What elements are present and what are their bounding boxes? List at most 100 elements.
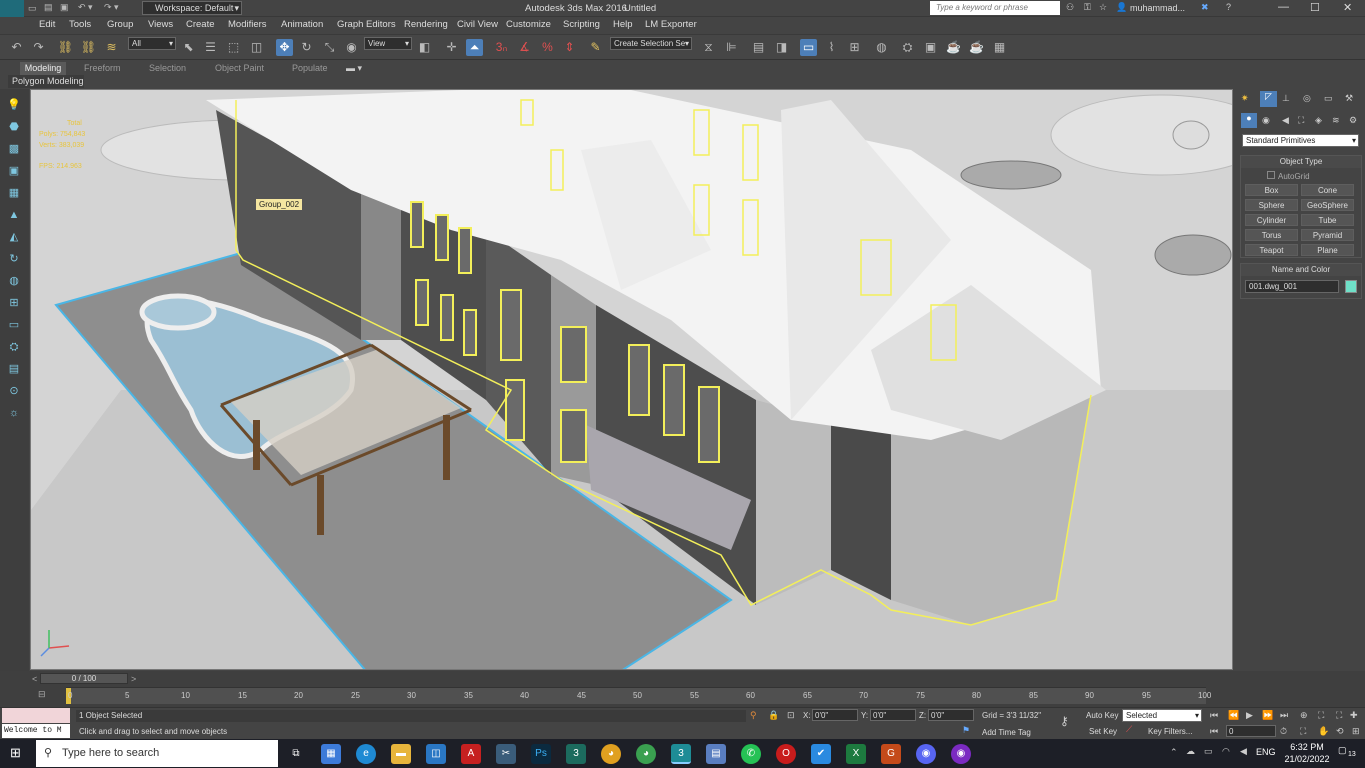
render-online-icon[interactable]: ▦ <box>991 39 1008 56</box>
close-button[interactable]: ✕ <box>1343 1 1352 14</box>
teapot-button[interactable]: Teapot <box>1245 244 1298 256</box>
pivot-center-icon[interactable]: ◧ <box>416 39 433 56</box>
cylinder-button[interactable]: Cylinder <box>1245 214 1298 226</box>
notifications-icon[interactable]: ▢ <box>1338 745 1347 756</box>
menu-edit[interactable]: Edit <box>39 19 55 30</box>
motion-tab-icon[interactable]: ◎ <box>1303 93 1311 104</box>
rect-selection-icon[interactable]: ⬚ <box>225 39 242 56</box>
previous-frame-icon[interactable]: ⏪ <box>1228 710 1239 721</box>
user-name[interactable]: muhammad... <box>1130 3 1185 13</box>
layer-explorer-icon[interactable]: ▤ <box>750 39 767 56</box>
keyboard-shortcut-override-icon[interactable]: ⏶ <box>466 39 483 56</box>
cameras-icon[interactable]: ⛶ <box>1298 115 1304 126</box>
orbit-icon[interactable]: ⊙ <box>6 383 22 399</box>
light-bulb-icon[interactable]: ☼ <box>6 405 22 421</box>
app-g-icon[interactable]: G <box>881 744 901 764</box>
menu-animation[interactable]: Animation <box>281 19 323 30</box>
time-slider[interactable]: 0 / 100 <box>40 673 128 684</box>
rendered-frame-icon[interactable]: ▣ <box>922 39 939 56</box>
field-of-view-icon[interactable]: ⛶ <box>1336 710 1342 721</box>
zoom-extents-icon[interactable]: ⊕ <box>1300 710 1308 721</box>
modifier-icon[interactable]: ⛭ <box>6 339 22 355</box>
edge-icon[interactable]: e <box>356 744 376 764</box>
spinner-snap-icon[interactable]: ⇕ <box>561 39 578 56</box>
hierarchy-tab-icon[interactable]: ⊥ <box>1282 93 1290 104</box>
track-bar-toggle-icon[interactable]: ⊟ <box>38 689 46 700</box>
menu-rendering[interactable]: Rendering <box>404 19 448 30</box>
tray-chevron-icon[interactable]: ⌃ <box>1170 747 1178 758</box>
redo-icon[interactable]: ↷ <box>30 39 47 56</box>
select-object-icon[interactable]: ⬉ <box>180 39 197 56</box>
set-key-button[interactable]: Set Key <box>1089 727 1117 736</box>
ribbon-tab-populate[interactable]: Populate <box>288 62 332 75</box>
ribbon-tab-selection[interactable]: Selection <box>145 62 190 75</box>
set-key-icon[interactable]: ⚷ <box>1060 714 1069 728</box>
window-crossing-icon[interactable]: ◫ <box>248 39 265 56</box>
pyramid-button[interactable]: Pyramid <box>1301 229 1354 241</box>
language-indicator[interactable]: ENG <box>1256 747 1276 757</box>
acrobat-icon[interactable]: A <box>461 744 481 764</box>
systems-icon[interactable]: ⚙ <box>1349 115 1357 126</box>
notepad-icon[interactable]: ▤ <box>706 744 726 764</box>
default-in-out-tangent-icon[interactable]: ⟋ <box>1126 724 1132 735</box>
select-by-name-icon[interactable]: ☰ <box>202 39 219 56</box>
ribbon-tab-freeform[interactable]: Freeform <box>80 62 125 75</box>
absolute-mode-icon[interactable]: ⊡ <box>787 710 795 721</box>
isolate-selection-icon[interactable]: ⚲ <box>750 710 757 721</box>
auto-key-button[interactable]: Auto Key <box>1086 711 1118 720</box>
select-manipulate-icon[interactable]: ✛ <box>443 39 460 56</box>
named-selection-dropdown[interactable]: Create Selection Se ▾ <box>610 37 692 50</box>
selection-filter-dropdown[interactable]: All ▾ <box>128 37 176 50</box>
calculator-icon[interactable]: ▦ <box>321 744 341 764</box>
ribbon-panel-label[interactable]: Polygon Modeling <box>8 75 84 88</box>
modify-tab-icon[interactable]: ◸ <box>1260 91 1277 107</box>
perspective-viewport[interactable]: Total Polys: 754,843 Verts: 383,039 FPS:… <box>30 89 1233 670</box>
search-input[interactable]: Type a keyword or phrase <box>930 1 1060 15</box>
utilities-tab-icon[interactable]: ⚒ <box>1345 93 1353 104</box>
windows-start-icon[interactable]: ⊞ <box>10 745 21 761</box>
ribbon-tab-object-paint[interactable]: Object Paint <box>211 62 268 75</box>
percent-snap-icon[interactable]: % <box>539 39 556 56</box>
onedrive-icon[interactable]: ☁ <box>1186 746 1195 757</box>
go-to-end-icon[interactable]: ⏭ <box>1280 710 1288 721</box>
time-slider-next-icon[interactable]: > <box>131 674 136 684</box>
name-color-header[interactable]: Name and Color <box>1241 264 1361 276</box>
discord-icon[interactable]: ◉ <box>916 744 936 764</box>
menu-modifiers[interactable]: Modifiers <box>228 19 267 30</box>
opera-icon[interactable]: O <box>776 744 796 764</box>
zoom-extents-all-icon[interactable]: ⛶ <box>1318 710 1324 721</box>
curve-editor-icon[interactable]: ⌇ <box>823 39 840 56</box>
pyramid-icon[interactable]: ▲ <box>6 207 22 223</box>
3dsmax-active-icon[interactable]: 3 <box>671 744 691 764</box>
key-filters-button[interactable]: Key Filters... <box>1148 727 1192 736</box>
helpers-icon[interactable]: ◈ <box>1315 115 1322 126</box>
workspace-dropdown[interactable]: Workspace: Default ▾ <box>142 1 242 15</box>
tube-button[interactable]: Tube <box>1301 214 1354 226</box>
object-type-header[interactable]: Object Type <box>1241 156 1361 168</box>
display-tab-icon[interactable]: ▭ <box>1324 93 1333 104</box>
star-icon[interactable]: ☆ <box>1099 2 1107 13</box>
mirror-icon[interactable]: ⧖ <box>700 39 717 56</box>
save-icon[interactable]: ▣ <box>60 2 69 13</box>
menu-help[interactable]: Help <box>613 19 633 30</box>
menu-civil-view[interactable]: Civil View <box>457 19 498 30</box>
angle-snap-icon[interactable]: ∡ <box>516 39 533 56</box>
select-scale-icon[interactable]: ⤡ <box>321 39 338 56</box>
object-color-swatch[interactable] <box>1345 280 1357 293</box>
x-coord-input[interactable]: 0'0" <box>812 709 858 721</box>
select-rotate-icon[interactable]: ↻ <box>298 39 315 56</box>
create-tab-icon[interactable]: ✷ <box>1241 93 1249 104</box>
layer-manager-icon[interactable]: ◨ <box>773 39 790 56</box>
maximize-button[interactable]: ☐ <box>1310 1 1320 14</box>
grid-icon[interactable]: ⊞ <box>6 295 22 311</box>
key-mode-dropdown[interactable]: Selected ▾ <box>1122 709 1202 722</box>
shapes-icon[interactable]: ◉ <box>1262 115 1270 126</box>
store-icon[interactable]: ◫ <box>426 744 446 764</box>
lights-icon[interactable]: ◀ <box>1282 115 1289 126</box>
menu-group[interactable]: Group <box>107 19 133 30</box>
ribbon-toggle-icon[interactable]: ▭ <box>800 39 817 56</box>
unlink-icon[interactable]: ⛓ <box>80 39 97 56</box>
volume-icon[interactable]: ◀ <box>1240 746 1247 757</box>
object-icon[interactable]: ⬣ <box>6 119 22 135</box>
orbit-view-icon[interactable]: ⟲ <box>1336 726 1344 737</box>
